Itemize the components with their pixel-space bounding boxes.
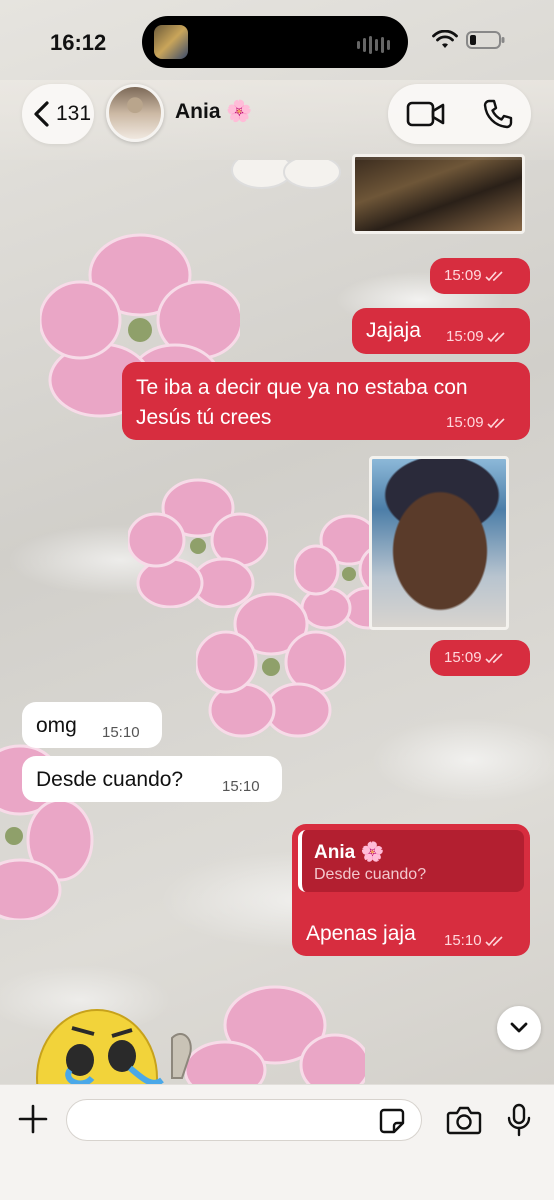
message-text: Te iba a decir que ya no estaba con Jesú… xyxy=(136,373,468,433)
message-bubble-outgoing[interactable]: 15:09 xyxy=(430,258,530,294)
double-check-icon xyxy=(484,652,503,663)
message-meta: 15:09 xyxy=(444,267,507,284)
message-time: 15:10 xyxy=(102,724,140,741)
message-bubble-incoming[interactable]: Desde cuando? 15:10 xyxy=(22,756,282,802)
message-time: 15:10 xyxy=(222,778,260,795)
message-text-line: Te iba a decir que ya no estaba con xyxy=(136,376,468,399)
quoted-message[interactable]: Ania 🌸 Desde cuando? xyxy=(298,830,524,892)
message-image[interactable] xyxy=(369,456,509,630)
back-chevron-icon xyxy=(34,101,49,127)
double-check-icon xyxy=(484,270,503,281)
unread-count: 131 xyxy=(56,102,92,125)
plus-icon[interactable] xyxy=(17,1103,49,1135)
sticker-icon[interactable] xyxy=(378,1107,406,1135)
status-time: 16:12 xyxy=(50,30,107,55)
double-check-icon xyxy=(486,417,505,428)
chevron-down-icon xyxy=(510,1022,528,1033)
camera-icon[interactable] xyxy=(446,1105,482,1135)
quote-text: Desde cuando? xyxy=(314,866,427,883)
back-button[interactable]: 131 xyxy=(22,84,94,144)
message-meta: 15:09 xyxy=(444,649,507,666)
contact-avatar[interactable] xyxy=(106,84,164,142)
double-check-icon xyxy=(484,935,503,946)
message-bubble-incoming[interactable]: omg 15:10 xyxy=(22,702,162,748)
message-meta: 15:09 xyxy=(446,414,509,431)
message-list[interactable]: 15:09 Jajaja 15:09 Te iba a decir que ya… xyxy=(0,154,554,1084)
now-playing-thumbnail xyxy=(154,25,188,59)
message-time: 15:09 xyxy=(446,414,484,431)
double-check-icon xyxy=(486,331,505,342)
message-input[interactable] xyxy=(66,1099,422,1141)
message-text: Apenas jaja xyxy=(306,922,416,945)
message-time: 15:09 xyxy=(444,649,482,666)
message-text: Desde cuando? xyxy=(36,768,184,791)
chat-header: 131 Ania 🌸 xyxy=(0,80,554,160)
wifi-icon xyxy=(432,30,458,48)
message-time: 15:09 xyxy=(446,328,484,345)
message-bubble-outgoing[interactable]: 15:09 xyxy=(430,640,530,676)
message-text-line: Jesús tú crees xyxy=(136,406,272,429)
message-meta: 15:09 xyxy=(446,328,509,345)
dynamic-island[interactable] xyxy=(142,16,408,68)
message-bubble-outgoing[interactable]: Ania 🌸 Desde cuando? Apenas jaja 15:10 xyxy=(292,824,530,956)
microphone-icon[interactable] xyxy=(506,1103,532,1137)
phone-icon[interactable] xyxy=(482,98,514,130)
crying-emoji-icon xyxy=(36,1009,192,1088)
battery-icon xyxy=(466,31,505,49)
call-actions xyxy=(388,84,531,144)
message-bubble-outgoing[interactable]: Te iba a decir que ya no estaba con Jesú… xyxy=(122,362,530,440)
message-text: Jajaja xyxy=(366,319,421,342)
status-bar: 16:12 xyxy=(0,0,554,80)
message-text: omg xyxy=(36,714,77,737)
scroll-to-bottom-button[interactable] xyxy=(497,1006,541,1050)
message-time: 15:10 xyxy=(444,932,482,949)
composer-bar xyxy=(0,1084,554,1200)
audio-wave-icon xyxy=(357,36,390,54)
message-meta: 15:10 xyxy=(444,932,507,949)
message-image[interactable] xyxy=(352,154,525,234)
quote-author: Ania 🌸 xyxy=(314,842,385,863)
message-time: 15:09 xyxy=(444,267,482,284)
contact-name[interactable]: Ania 🌸 xyxy=(175,100,253,124)
video-call-icon[interactable] xyxy=(406,100,446,128)
message-bubble-outgoing[interactable]: Jajaja 15:09 xyxy=(352,308,530,354)
